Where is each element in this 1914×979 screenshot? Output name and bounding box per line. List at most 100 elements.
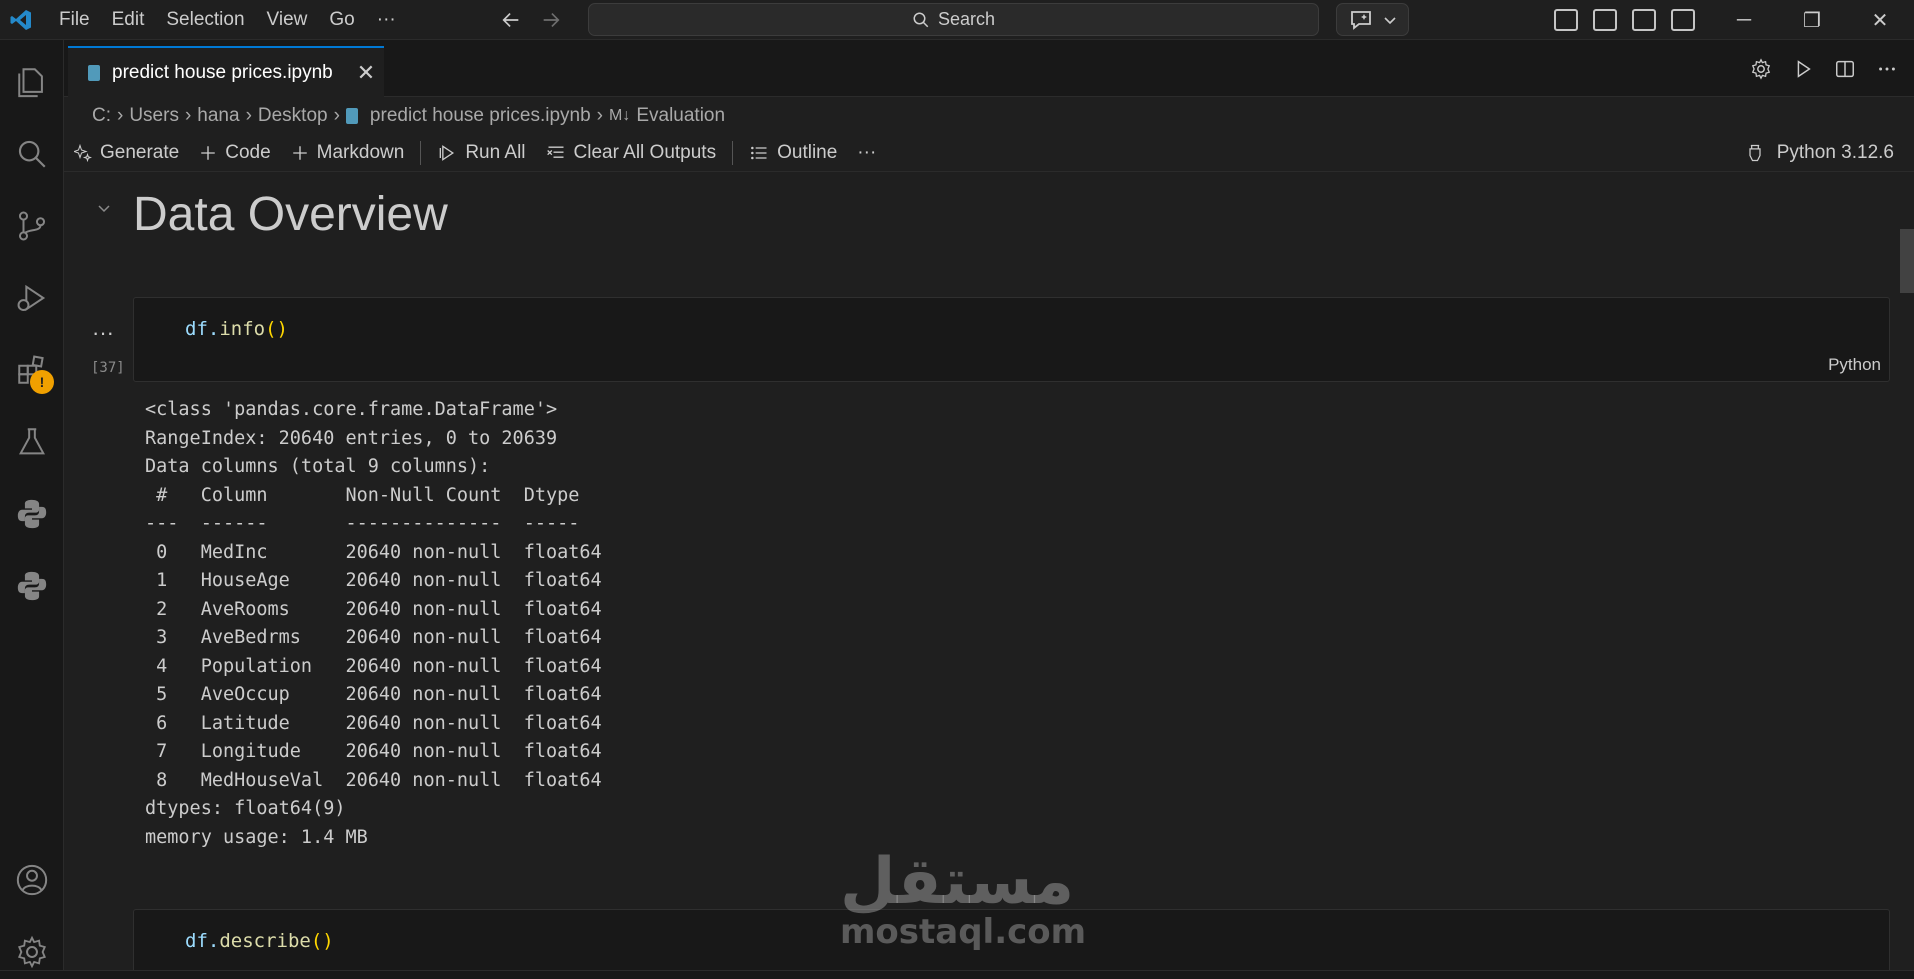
vertical-scrollbar[interactable] <box>1900 229 1914 293</box>
plus-icon <box>292 145 307 160</box>
close-tab-icon[interactable]: ✕ <box>357 60 375 86</box>
notebook-file-icon <box>345 108 358 124</box>
search-label: Search <box>937 9 996 29</box>
copilot-chat-icon <box>1350 10 1371 30</box>
minimize-button[interactable]: ─ <box>1710 0 1778 40</box>
menu-edit[interactable]: Edit <box>101 0 156 40</box>
generate-label: Generate <box>100 141 180 163</box>
account-icon[interactable] <box>12 860 52 900</box>
mostaql-watermark: مستقل mostaql.com <box>840 845 1087 952</box>
toolbar-more-button[interactable]: ··· <box>847 134 886 172</box>
restore-button[interactable]: ❐ <box>1778 0 1846 40</box>
menu-file[interactable]: File <box>48 0 101 40</box>
output-line: --- ------ -------------- ----- <box>145 513 602 534</box>
activity-bar: ! <box>0 40 64 979</box>
kernel-picker[interactable]: Python 3.12.6 <box>1745 134 1894 172</box>
command-center-search[interactable]: Search <box>588 3 1319 36</box>
menu-go[interactable]: Go <box>318 0 365 40</box>
search-sidebar-icon[interactable] <box>12 134 52 174</box>
outline-button[interactable]: Outline <box>739 134 847 172</box>
kernel-flask-icon <box>1749 144 1761 162</box>
split-editor-icon[interactable] <box>1834 58 1856 80</box>
run-debug-icon[interactable] <box>12 278 52 318</box>
breadcrumb-desktop[interactable]: Desktop <box>258 105 328 127</box>
forward-arrow-icon[interactable] <box>540 9 562 31</box>
chevron-right-icon: › <box>184 105 192 126</box>
python-environments-icon[interactable] <box>12 566 52 606</box>
settings-gear-icon[interactable] <box>12 932 52 972</box>
breadcrumb-users[interactable]: Users <box>129 105 179 127</box>
code-cell[interactable]: df.info() Python <box>133 297 1890 382</box>
chevron-down-icon[interactable] <box>96 200 112 216</box>
list-icon <box>751 146 767 159</box>
explorer-icon[interactable] <box>12 62 52 102</box>
more-actions-icon[interactable] <box>1876 58 1898 80</box>
breadcrumb: C: › Users › hana › Desktop › predict ho… <box>92 100 725 132</box>
chevron-right-icon: › <box>333 105 340 126</box>
status-bar <box>0 970 1914 979</box>
layout-controls <box>1554 0 1695 40</box>
watermark-arabic: مستقل <box>840 845 1075 919</box>
customize-layout-icon[interactable] <box>1554 9 1578 31</box>
kernel-label: Python 3.12.6 <box>1776 142 1894 163</box>
output-line: 8 MedHouseVal 20640 non-null float64 <box>145 769 602 791</box>
toolbar-divider <box>732 140 734 165</box>
output-line: 5 AveOccup 20640 non-null float64 <box>145 684 602 705</box>
cell-code[interactable]: df.info() <box>185 318 288 340</box>
code-parens: () <box>310 930 334 952</box>
editor-tabs-bar: predict house prices.ipynb ✕ <box>64 40 1914 98</box>
more-icon: ··· <box>857 141 877 163</box>
run-all-button[interactable]: Run All <box>427 134 535 172</box>
outline-label: Outline <box>777 141 838 163</box>
output-line: memory usage: 1.4 MB <box>145 826 368 848</box>
menu-selection[interactable]: Selection <box>155 0 255 40</box>
clear-all-outputs-button[interactable]: Clear All Outputs <box>536 134 727 172</box>
clear-outputs-icon <box>546 146 564 158</box>
watermark-latin: mostaql.com <box>840 912 1087 952</box>
plus-icon <box>201 145 215 160</box>
notebook-file-icon <box>88 65 100 81</box>
breadcrumb-drive[interactable]: C: <box>92 105 111 127</box>
generate-button[interactable]: Generate <box>64 134 189 172</box>
run-play-icon[interactable] <box>1792 58 1814 80</box>
tab-notebook[interactable]: predict house prices.ipynb ✕ <box>68 46 384 98</box>
close-window-button[interactable]: ✕ <box>1846 0 1914 40</box>
output-line: <class 'pandas.core.frame.DataFrame'> <box>145 399 558 420</box>
back-arrow-icon[interactable] <box>500 9 522 31</box>
source-control-icon[interactable] <box>12 206 52 246</box>
editor-actions <box>1750 40 1898 97</box>
testing-flask-icon[interactable] <box>12 422 52 462</box>
chevron-down-icon <box>1383 16 1396 24</box>
tab-title: predict house prices.ipynb <box>112 62 333 83</box>
output-more-actions-icon[interactable]: ··· <box>92 320 114 346</box>
markdown-label: Markdown <box>316 141 405 163</box>
navigation-arrows <box>500 0 562 40</box>
breadcrumb-section[interactable]: Evaluation <box>636 105 725 127</box>
code-label: Code <box>225 141 271 163</box>
toggle-panel-icon[interactable] <box>1632 9 1656 31</box>
code-variable: df. <box>185 930 220 952</box>
cell-language-label[interactable]: Python <box>1828 355 1881 375</box>
code-variable: df. <box>185 318 220 340</box>
python-extension-icon[interactable] <box>12 494 52 534</box>
copilot-button[interactable] <box>1336 3 1409 36</box>
cell-output: <class 'pandas.core.frame.DataFrame'> Ran… <box>145 396 602 852</box>
toggle-secondary-sidebar-icon[interactable] <box>1671 9 1695 31</box>
breadcrumb-hana[interactable]: hana <box>197 105 239 127</box>
add-code-cell-button[interactable]: Code <box>189 134 280 172</box>
breadcrumb-notebook[interactable]: predict house prices.ipynb <box>370 105 591 127</box>
add-markdown-cell-button[interactable]: Markdown <box>281 134 415 172</box>
execution-count: [37] <box>91 360 125 376</box>
cell-code[interactable]: df.describe() <box>185 930 334 952</box>
output-line: # Column Non-Null Count Dtype <box>145 484 602 506</box>
menu-more[interactable]: ··· <box>366 0 407 40</box>
markdown-heading: Data Overview <box>133 188 448 241</box>
menu-view[interactable]: View <box>256 0 319 40</box>
output-line: 4 Population 20640 non-null float64 <box>145 655 602 677</box>
toggle-primary-sidebar-icon[interactable] <box>1593 9 1617 31</box>
output-line: 7 Longitude 20640 non-null float64 <box>145 741 602 762</box>
gear-icon[interactable] <box>1750 57 1772 80</box>
code-function: describe <box>219 930 311 952</box>
menu-bar: File Edit Selection View Go ··· <box>48 0 407 40</box>
toolbar-divider <box>420 140 422 165</box>
